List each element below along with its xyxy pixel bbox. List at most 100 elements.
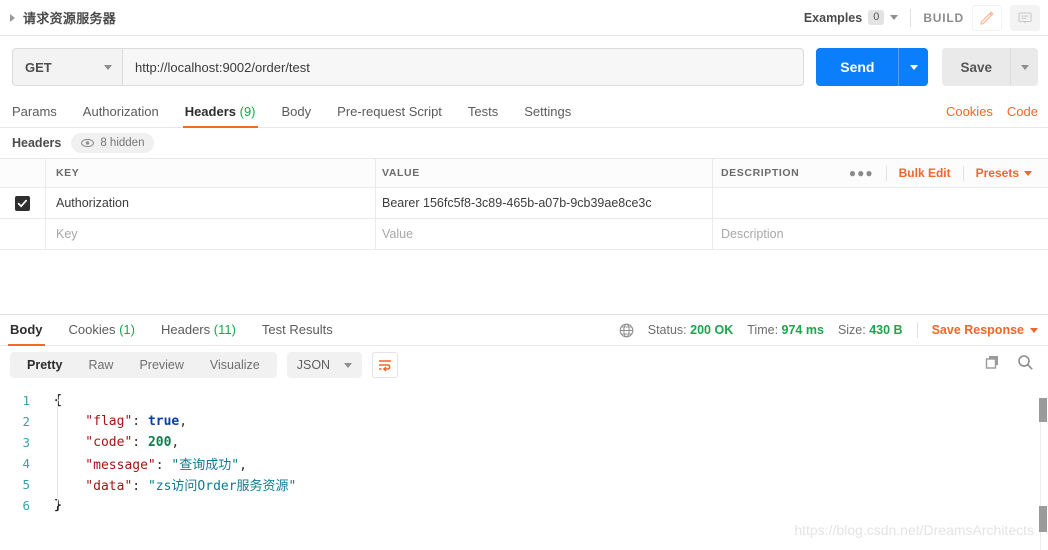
- url-input[interactable]: http://localhost:9002/order/test: [122, 48, 805, 86]
- code-line: 5 "data": "zs访问Order服务资源": [0, 474, 1048, 495]
- chevron-down-icon: [1024, 170, 1032, 176]
- status-value: 200 OK: [690, 323, 734, 337]
- tab-authorization[interactable]: Authorization: [83, 104, 159, 127]
- http-method-select[interactable]: GET: [12, 48, 122, 86]
- save-response-label: Save Response: [931, 323, 1024, 337]
- presets-dropdown[interactable]: Presets: [964, 166, 1044, 180]
- search-button[interactable]: [1017, 354, 1034, 376]
- new-header-key-input[interactable]: Key: [46, 219, 376, 249]
- send-options-button[interactable]: [898, 48, 929, 86]
- save-button[interactable]: Save: [942, 48, 1010, 86]
- status-label: Status:: [647, 323, 687, 337]
- key-placeholder: Key: [56, 227, 78, 241]
- url-value: http://localhost:9002/order/test: [135, 59, 310, 75]
- headers-section-title: Headers: [12, 136, 62, 150]
- table-row[interactable]: Authorization Bearer 156fc5f8-3c89-465b-…: [0, 188, 1048, 219]
- code-line: 1{: [0, 390, 1048, 411]
- table-row-empty[interactable]: Key Value Description: [0, 219, 1048, 250]
- line-number: 4: [22, 456, 30, 471]
- row-checkbox-empty[interactable]: [0, 219, 46, 249]
- cookies-link[interactable]: Cookies: [946, 104, 993, 119]
- tab-tests[interactable]: Tests: [468, 104, 498, 127]
- presets-label: Presets: [975, 166, 1019, 180]
- row-checkbox[interactable]: [0, 188, 46, 218]
- time-label: Time:: [747, 323, 779, 337]
- save-options-button[interactable]: [1010, 48, 1038, 86]
- line-number: 6: [22, 498, 30, 513]
- hidden-headers-label: 8 hidden: [100, 137, 145, 149]
- header-value-value: Bearer 156fc5f8-3c89-465b-a07b-9cb39ae8c…: [382, 196, 652, 210]
- save-response-dropdown[interactable]: Save Response: [932, 323, 1038, 337]
- code-link[interactable]: Code: [1007, 104, 1038, 119]
- code-token: "code": [54, 435, 133, 450]
- code-line: 3 "code": 200,: [0, 432, 1048, 453]
- response-tab-test-results[interactable]: Test Results: [262, 322, 333, 345]
- send-button[interactable]: Send: [816, 48, 899, 86]
- code-text: "data": "zs访问Order服务资源": [54, 475, 296, 494]
- request-pane-filler: [0, 250, 1048, 314]
- tab-headers[interactable]: Headers (9): [182, 104, 258, 128]
- new-header-description-input[interactable]: Description: [713, 219, 1048, 249]
- build-tab[interactable]: BUILD: [923, 11, 964, 25]
- format-select[interactable]: JSON: [286, 352, 363, 378]
- column-label: DESCRIPTION: [721, 167, 800, 179]
- tab-label: Authorization: [82, 104, 159, 119]
- comments-button[interactable]: [1010, 4, 1040, 31]
- scrollbar-thumb-top[interactable]: [1039, 398, 1047, 422]
- select-all-cell[interactable]: [0, 159, 46, 187]
- hidden-headers-toggle[interactable]: 8 hidden: [71, 133, 155, 153]
- copy-button[interactable]: [984, 354, 1001, 376]
- header-value-cell[interactable]: Bearer 156fc5f8-3c89-465b-a07b-9cb39ae8c…: [376, 188, 713, 218]
- scrollbar-thumb-bottom[interactable]: [1039, 506, 1047, 532]
- chevron-down-icon: [1030, 327, 1038, 333]
- request-header-bar: 请求资源服务器 Examples 0 BUILD: [0, 0, 1048, 36]
- response-tab-body[interactable]: Body: [8, 322, 44, 346]
- time-badge: Time: 974 ms: [747, 323, 824, 337]
- tab-pre-request-script[interactable]: Pre-request Script: [337, 104, 442, 127]
- tab-label: Params: [12, 104, 57, 119]
- tab-settings[interactable]: Settings: [524, 104, 571, 127]
- chevron-down-icon: [909, 64, 918, 70]
- triangle-right-icon[interactable]: [10, 13, 15, 22]
- search-icon: [1018, 355, 1033, 370]
- response-scrollbar[interactable]: [1034, 398, 1048, 550]
- tab-body[interactable]: Body: [282, 104, 312, 127]
- view-raw[interactable]: Raw: [75, 352, 126, 378]
- word-wrap-icon: [379, 360, 392, 372]
- code-token: :: [132, 435, 148, 450]
- examples-label: Examples: [803, 10, 863, 25]
- edit-request-button[interactable]: [972, 4, 1002, 31]
- view-visualize[interactable]: Visualize: [197, 352, 273, 378]
- column-label: VALUE: [382, 167, 420, 179]
- copy-icon: [985, 356, 998, 369]
- postman-window: 请求资源服务器 Examples 0 BUILD GET http://loca…: [0, 0, 1048, 550]
- code-token: "flag": [54, 414, 133, 429]
- column-header-description: DESCRIPTION ●●● Bulk Edit Presets: [713, 159, 1048, 187]
- header-key-cell[interactable]: Authorization: [46, 188, 376, 218]
- response-body-toolbar: Pretty Raw Preview Visualize JSON: [0, 346, 1048, 384]
- response-body-code[interactable]: 1{2 "flag": true,3 "code": 200,4 "messag…: [0, 384, 1048, 526]
- chevron-down-icon: [1020, 64, 1029, 70]
- tab-params[interactable]: Params: [12, 104, 57, 127]
- new-header-value-input[interactable]: Value: [376, 219, 713, 249]
- response-tabs: Body Cookies (1) Headers (11) Test Resul…: [0, 315, 1048, 346]
- ellipsis-icon[interactable]: ●●●: [837, 166, 886, 180]
- bulk-edit-button[interactable]: Bulk Edit: [887, 166, 963, 180]
- response-tab-headers[interactable]: Headers (11): [161, 322, 236, 345]
- view-pretty[interactable]: Pretty: [14, 352, 75, 378]
- examples-dropdown[interactable]: Examples 0: [804, 10, 899, 25]
- code-text: "code": 200,: [54, 435, 179, 450]
- column-header-key: KEY: [46, 159, 376, 187]
- send-button-group: Send: [816, 48, 929, 86]
- view-preview[interactable]: Preview: [126, 352, 196, 378]
- line-number: 1: [22, 393, 30, 408]
- globe-icon[interactable]: [619, 323, 634, 338]
- word-wrap-button[interactable]: [372, 352, 399, 378]
- column-header-value: VALUE: [376, 159, 713, 187]
- header-key-value: Authorization: [56, 196, 129, 210]
- response-tab-cookies[interactable]: Cookies (1): [69, 322, 135, 345]
- size-value: 430 B: [869, 323, 903, 337]
- line-number: 3: [22, 435, 30, 450]
- code-token: :: [155, 458, 172, 473]
- header-description-cell[interactable]: [713, 188, 1048, 218]
